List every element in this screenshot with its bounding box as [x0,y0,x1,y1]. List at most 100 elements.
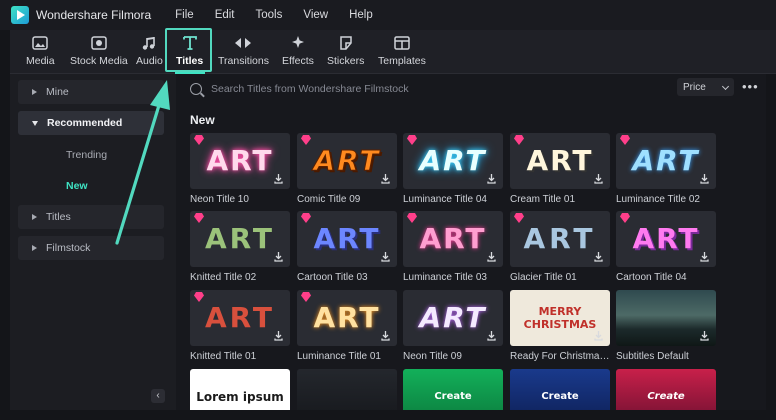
title-thumbnail[interactable]: ART [297,133,397,189]
title-thumbnail[interactable] [297,369,397,410]
sidebar-item-recommended[interactable]: Recommended [18,111,164,135]
title-thumbnail[interactable]: ART [297,211,397,267]
premium-gem-icon [301,135,311,145]
title-thumbnail[interactable]: ART [190,133,290,189]
title-thumbnail[interactable]: ART [190,290,290,346]
title-card-name: Ready For Christmas ... [510,351,614,362]
download-icon[interactable] [380,330,391,341]
title-thumbnail[interactable]: Create [403,369,503,410]
title-thumbnail[interactable] [616,290,716,346]
title-card[interactable]: Create [403,369,503,410]
menu-edit[interactable]: Edit [215,9,235,21]
menu-bar: Wondershare Filmora File Edit Tools View… [0,0,776,30]
price-filter-select[interactable]: Price [677,78,734,96]
tab-titles-label: Titles [176,55,204,67]
title-thumbnail[interactable]: MERRY CHRISTMAS [510,290,610,346]
download-icon[interactable] [699,330,710,341]
download-icon[interactable] [593,330,604,341]
caret-right-icon [32,245,37,251]
collapse-sidebar-button[interactable]: ‹ [151,389,165,403]
title-thumbnail[interactable]: ART [616,211,716,267]
title-card-name: Knitted Title 01 [190,351,257,362]
title-thumbnail[interactable]: Create [510,369,610,410]
title-card[interactable]: ART Cartoon Title 03 [297,211,397,283]
sidebar-item-titles[interactable]: Titles [18,205,164,229]
title-card[interactable]: Lorem ipsum [190,369,290,410]
title-card-name: Luminance Title 04 [403,194,487,205]
download-icon[interactable] [380,173,391,184]
premium-gem-icon [407,213,417,223]
download-icon[interactable] [593,173,604,184]
title-card[interactable]: ART Luminance Title 02 [616,133,716,205]
title-thumbnail[interactable]: ART [616,133,716,189]
title-thumbnail[interactable]: ART [190,211,290,267]
title-thumbnail[interactable]: ART [510,133,610,189]
title-thumbnail[interactable]: ART [403,290,503,346]
sidebar-item-recommended-label: Recommended [47,117,123,129]
title-card[interactable]: ART Luminance Title 01 [297,290,397,362]
more-options-button[interactable]: ••• [742,79,759,94]
title-card[interactable]: ART Neon Title 10 [190,133,290,205]
sidebar-item-mine[interactable]: Mine [18,80,164,104]
download-icon[interactable] [593,251,604,262]
tab-transitions[interactable]: Transitions [218,30,269,74]
menu-view[interactable]: View [303,9,328,21]
download-icon[interactable] [699,173,710,184]
tab-templates[interactable]: Templates [378,30,426,74]
download-icon[interactable] [486,173,497,184]
premium-gem-icon [194,292,204,302]
search-icon [190,83,202,95]
title-card[interactable]: ART Cream Title 01 [510,133,610,205]
premium-gem-icon [620,213,630,223]
tab-audio[interactable]: Audio [136,30,163,74]
tab-templates-label: Templates [378,55,426,67]
title-preview-text: ART [419,301,487,334]
title-card[interactable]: ART Luminance Title 04 [403,133,503,205]
download-icon[interactable] [486,330,497,341]
title-card[interactable]: Create [510,369,610,410]
section-title-new: New [190,113,215,127]
premium-gem-icon [620,135,630,145]
title-card[interactable]: Create [616,369,716,410]
title-card[interactable]: ART Neon Title 09 [403,290,503,362]
download-icon[interactable] [486,251,497,262]
sidebar-item-titles-label: Titles [46,211,71,223]
title-thumbnail[interactable]: ART [297,290,397,346]
title-card[interactable]: ART Knitted Title 01 [190,290,290,362]
titles-library-panel: Price ••• New ART Neon Title 10 ART Comic T… [176,74,766,410]
search-input[interactable] [211,83,651,95]
title-thumbnail[interactable]: Lorem ipsum [190,369,290,410]
download-icon[interactable] [273,251,284,262]
sidebar-item-new[interactable]: New [66,180,88,192]
sidebar-item-trending[interactable]: Trending [66,149,107,161]
title-thumbnail[interactable]: Create [616,369,716,410]
download-icon[interactable] [699,251,710,262]
title-thumbnail[interactable]: ART [403,133,503,189]
title-card[interactable]: ART Cartoon Title 04 [616,211,716,283]
template-icon [392,35,412,51]
title-preview-text: Create [541,391,579,402]
title-card[interactable]: ART Comic Title 09 [297,133,397,205]
title-card[interactable]: Subtitles Default [616,290,716,362]
menu-help[interactable]: Help [349,9,373,21]
download-icon[interactable] [273,173,284,184]
title-thumbnail[interactable]: ART [510,211,610,267]
download-icon[interactable] [273,330,284,341]
title-card[interactable]: ART Knitted Title 02 [190,211,290,283]
tab-media[interactable]: Media [26,30,55,74]
title-card[interactable]: ART Glacier Title 01 [510,211,610,283]
title-thumbnail[interactable]: ART [403,211,503,267]
title-card[interactable] [297,369,397,410]
tab-stickers[interactable]: Stickers [327,30,364,74]
tab-stock-media[interactable]: Stock Media [70,30,128,74]
caret-right-icon [32,214,37,220]
title-card[interactable]: MERRY CHRISTMAS Ready For Christmas ... [510,290,614,362]
sidebar-item-filmstock[interactable]: Filmstock [18,236,164,260]
menu-file[interactable]: File [175,9,194,21]
download-icon[interactable] [380,251,391,262]
tab-effects-label: Effects [282,55,314,67]
tab-titles[interactable]: Titles [176,30,203,74]
tab-effects[interactable]: Effects [282,30,314,74]
title-card[interactable]: ART Luminance Title 03 [403,211,503,283]
menu-tools[interactable]: Tools [256,9,283,21]
